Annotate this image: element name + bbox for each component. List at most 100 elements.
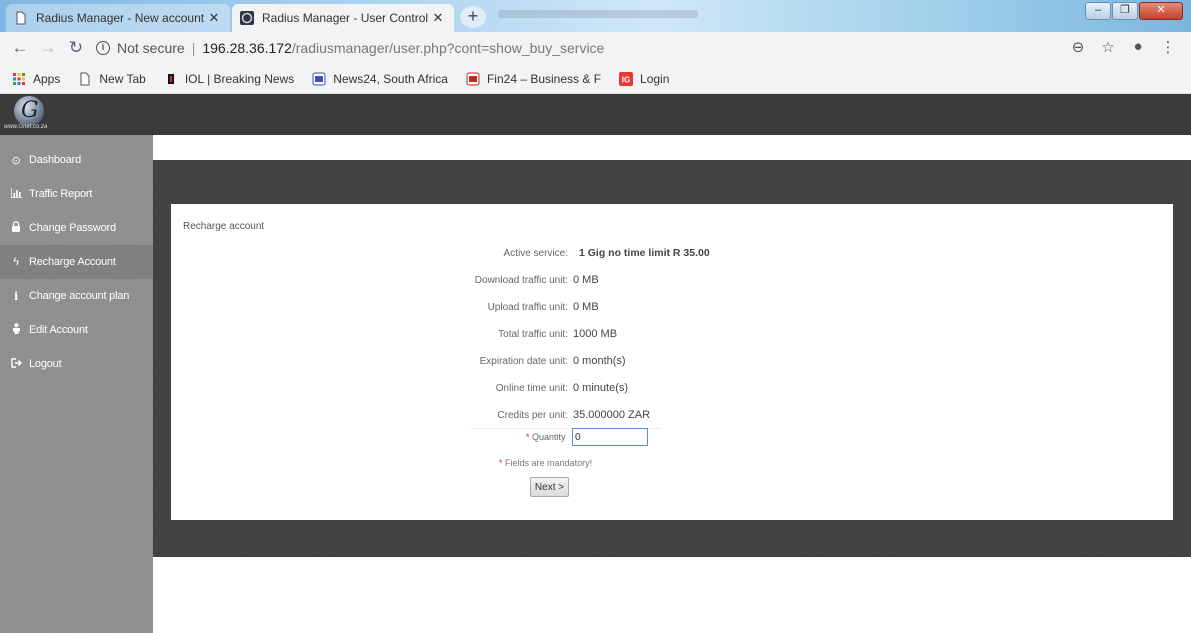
ig-icon: IG	[619, 71, 634, 86]
window-title-blur	[498, 10, 698, 18]
main-content: Recharge account Active service: 1 Gig n…	[153, 135, 1191, 633]
close-window-button[interactable]: ✕	[1139, 2, 1183, 20]
sidebar-item-logout[interactable]: Logout	[0, 347, 153, 381]
profile-account-icon[interactable]: ●	[1123, 38, 1153, 56]
address-bar[interactable]: i Not secure | 196.28.36.172 /radiusmana…	[96, 35, 1096, 61]
row-download-traffic: Download traffic unit: 0 MB	[171, 271, 1173, 291]
bookmark-label: Fin24 – Business & F	[486, 71, 602, 86]
browser-tab-strip: Radius Manager - New account ✕ Radius Ma…	[0, 0, 1191, 32]
bar-chart-icon	[9, 187, 22, 201]
sidebar-item-dashboard[interactable]: ⊙ Dashboard	[0, 143, 153, 177]
reload-icon[interactable]: ↻	[62, 38, 90, 58]
logo-letter: G	[21, 98, 39, 123]
bookmark-label: News24, South Africa	[333, 71, 448, 86]
forward-arrow-icon[interactable]: →	[34, 38, 62, 58]
app-header: G www.Gnet.co.za	[0, 94, 1191, 135]
bookmark-label: Login	[640, 71, 670, 86]
logo-site-text: www.Gnet.co.za	[4, 124, 48, 130]
tab-title: Radius Manager - New account	[36, 11, 205, 25]
field-value: 35.000000 ZAR	[573, 409, 651, 421]
address-separator: |	[191, 40, 196, 56]
required-mark: *	[499, 458, 503, 468]
browser-toolbar: ← → ↻ i Not secure | 196.28.36.172 /radi…	[0, 32, 1191, 64]
info-icon: i	[14, 289, 18, 303]
menu-kebab-icon[interactable]: ⋮	[1153, 38, 1183, 56]
row-active-service: Active service: 1 Gig no time limit R 35…	[171, 244, 1173, 264]
field-label: Online time unit:	[495, 383, 568, 394]
close-tab-icon[interactable]: ✕	[206, 10, 222, 26]
security-label: Not secure	[117, 40, 185, 56]
field-label: Total traffic unit:	[498, 329, 568, 340]
field-value: 0 month(s)	[573, 355, 626, 367]
sidebar-item-traffic-report[interactable]: Traffic Report	[0, 177, 153, 211]
field-value: 0 MB	[573, 274, 599, 286]
sidebar-item-recharge-account[interactable]: ϟ Recharge Account	[0, 245, 153, 279]
minimize-button[interactable]: –	[1085, 2, 1111, 20]
sidebar-item-edit-account[interactable]: Edit Account	[0, 313, 153, 347]
user-icon	[10, 323, 22, 337]
sign-out-icon	[10, 357, 22, 371]
info-icon[interactable]: i	[96, 41, 110, 55]
bookmark-iol[interactable]: IOL | Breaking News	[164, 72, 294, 86]
row-online-time: Online time unit: 0 minute(s)	[171, 379, 1173, 399]
fin24-icon	[466, 72, 480, 85]
field-label: Expiration date unit:	[479, 356, 568, 367]
field-value: 0 MB	[573, 301, 599, 313]
url-host: 196.28.36.172	[202, 40, 292, 56]
row-expiration-date: Expiration date unit: 0 month(s)	[171, 352, 1173, 372]
page-icon	[80, 72, 90, 85]
field-label: Download traffic unit:	[474, 275, 568, 286]
bookmark-login[interactable]: IG Login	[619, 71, 670, 86]
quantity-label: * Quantity	[526, 432, 566, 442]
iol-icon	[167, 73, 174, 84]
recharge-account-panel: Recharge account Active service: 1 Gig n…	[171, 204, 1173, 520]
bookmark-label: Apps	[33, 71, 61, 86]
next-button[interactable]: Next >	[530, 477, 569, 497]
row-credits-per-unit: Credits per unit: 35.000000 ZAR	[171, 406, 1173, 426]
zoom-icon[interactable]: ⊖	[1063, 38, 1093, 56]
sidebar-item-label: Logout	[29, 358, 62, 370]
bookmark-news24[interactable]: News24, South Africa	[312, 72, 448, 86]
sidebar-item-label: Edit Account	[29, 324, 88, 336]
apps-grid-icon	[13, 72, 25, 85]
lightning-icon: ϟ	[13, 256, 19, 268]
news24-icon	[312, 72, 326, 85]
svg-text:IG: IG	[622, 75, 630, 84]
new-tab-button[interactable]: +	[460, 6, 486, 28]
toolbar-actions: ⊖ ☆ ● ⋮	[1063, 38, 1183, 56]
sidebar-item-label: Traffic Report	[29, 188, 93, 200]
sidebar-item-change-password[interactable]: Change Password	[0, 211, 153, 245]
tab-new-account[interactable]: Radius Manager - New account ✕	[6, 4, 230, 32]
sidebar-item-label: Dashboard	[29, 154, 82, 166]
field-label: Credits per unit:	[497, 410, 568, 421]
bookmark-label: New Tab	[99, 71, 146, 86]
back-arrow-icon[interactable]: ←	[6, 38, 34, 58]
field-label: Upload traffic unit:	[487, 302, 568, 313]
star-bookmark-icon[interactable]: ☆	[1093, 38, 1123, 56]
dashboard-gauge-icon: ⊙	[11, 154, 21, 167]
page-icon	[16, 11, 26, 25]
required-mark: *	[526, 432, 530, 442]
maximize-button[interactable]: ❐	[1112, 2, 1138, 20]
quantity-input[interactable]	[572, 428, 648, 446]
sidebar-item-label: Change Password	[29, 222, 116, 234]
bookmark-new-tab[interactable]: New Tab	[78, 71, 146, 86]
row-upload-traffic: Upload traffic unit: 0 MB	[171, 298, 1173, 318]
tab-user-control-panel[interactable]: Radius Manager - User Control P ✕	[232, 4, 454, 32]
content-band: Recharge account Active service: 1 Gig n…	[153, 160, 1191, 557]
window-controls: – ❐ ✕	[1084, 2, 1183, 20]
bookmark-fin24[interactable]: Fin24 – Business & F	[466, 72, 601, 86]
bookmark-apps[interactable]: Apps	[12, 72, 60, 86]
site-logo[interactable]: G www.Gnet.co.za	[4, 96, 56, 132]
bookmarks-bar: Apps New Tab IOL | Breaking News News24,…	[0, 64, 1191, 94]
sidebar-nav: ⊙ Dashboard Traffic Report Change Passwo…	[0, 135, 153, 633]
close-tab-icon[interactable]: ✕	[430, 10, 446, 26]
sidebar-item-change-account-plan[interactable]: i Change account plan	[0, 279, 153, 313]
sidebar-item-label: Change account plan	[29, 290, 130, 302]
bookmark-label: IOL | Breaking News	[184, 71, 295, 86]
url-path: /radiusmanager/user.php?cont=show_buy_se…	[291, 40, 605, 56]
row-total-traffic: Total traffic unit: 1000 MB	[171, 325, 1173, 345]
panel-title: Recharge account	[183, 221, 265, 232]
field-value: 0 minute(s)	[573, 382, 629, 394]
field-value: 1 Gig no time limit R 35.00	[579, 247, 710, 259]
